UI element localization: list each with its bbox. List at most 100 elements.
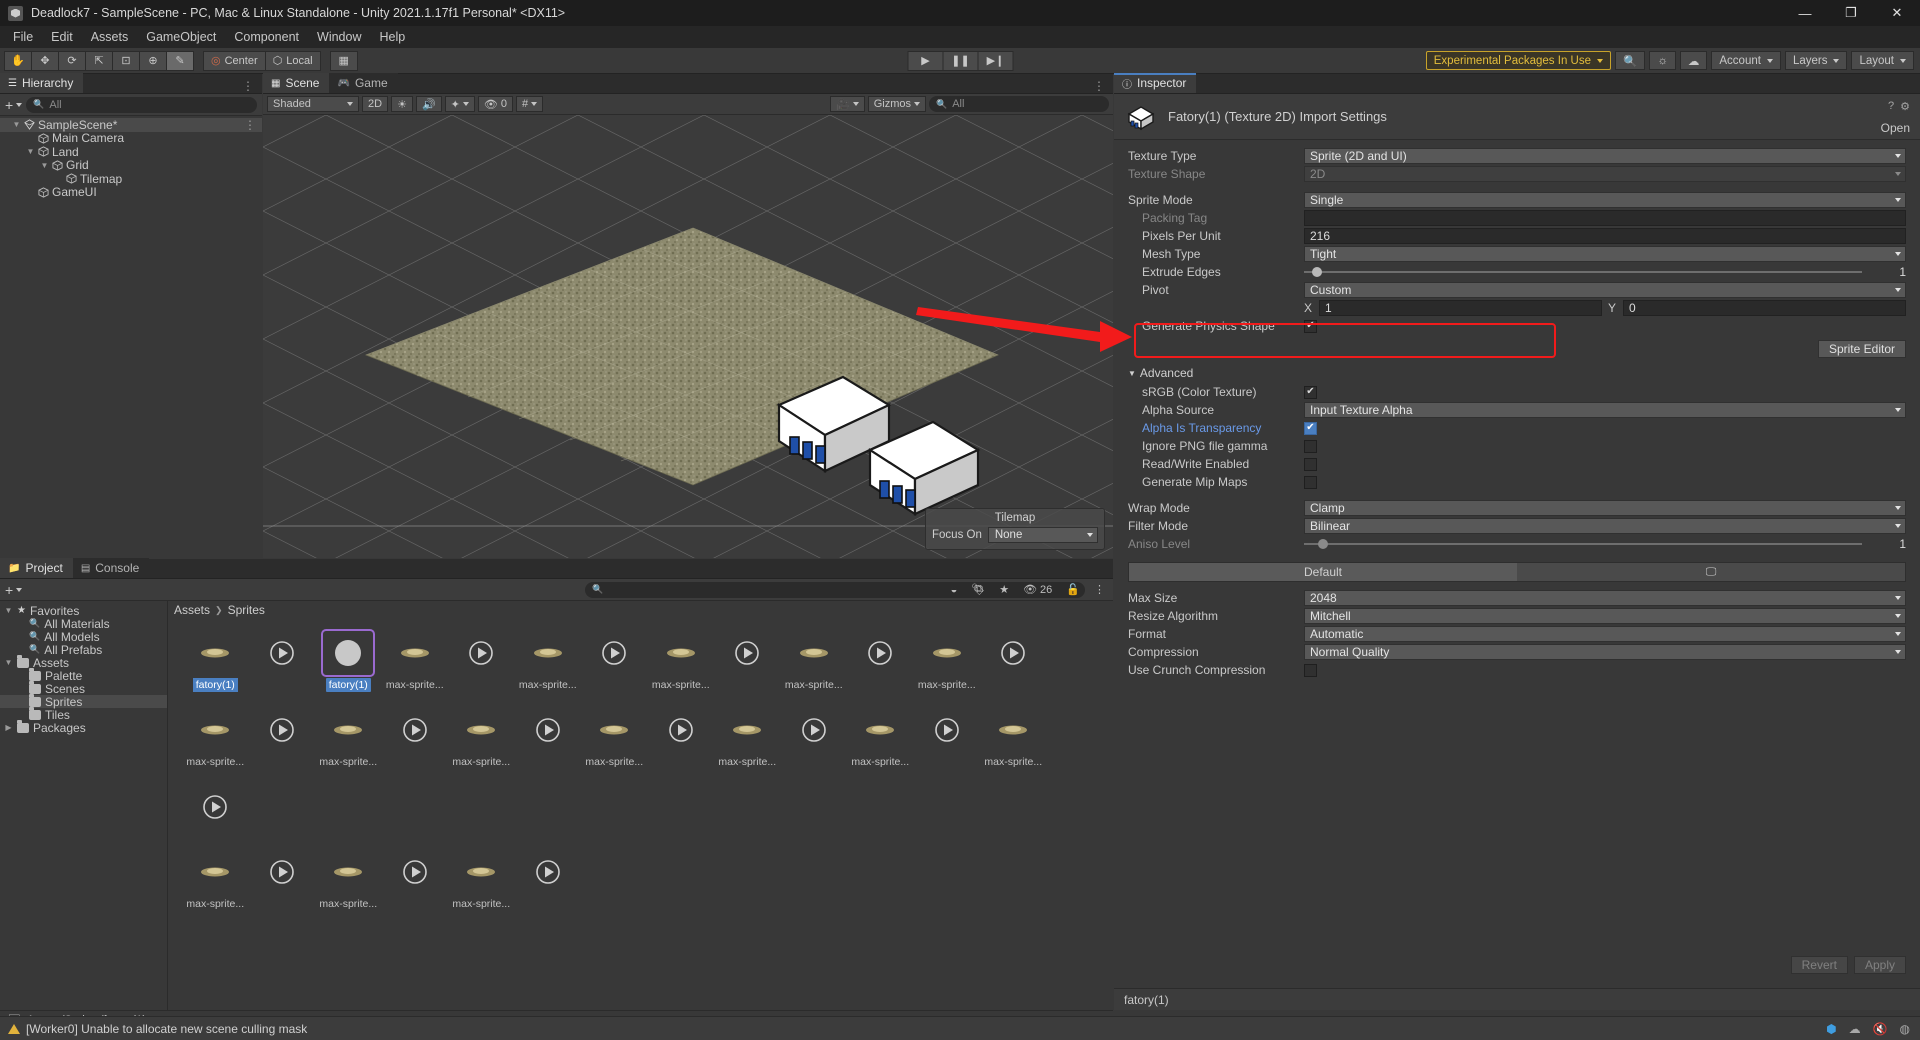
revert-button[interactable]: Revert [1790, 956, 1848, 974]
filter-type-icon[interactable]: ◒ [951, 584, 958, 596]
project-tree-item-favorites[interactable]: ▼ ★ Favorites [0, 604, 167, 618]
triangle-down-icon[interactable]: ▼ [4, 606, 13, 615]
scene-search-input[interactable]: 🔍 All [929, 96, 1109, 112]
transform-tool-icon[interactable]: ⊕ [139, 50, 167, 71]
favorite-star-icon[interactable]: ★ [999, 583, 1009, 596]
texture-type-dropdown[interactable]: Sprite (2D and UI) [1304, 148, 1906, 164]
asset-item[interactable] [914, 708, 981, 769]
asset-item[interactable] [515, 850, 582, 911]
asset-item[interactable]: max-sprite... [315, 708, 382, 769]
tab-project[interactable]: 📁 Project [0, 558, 73, 578]
menu-component[interactable]: Component [225, 28, 308, 46]
use-crunch-checkbox[interactable] [1304, 663, 1317, 677]
menu-help[interactable]: Help [370, 28, 414, 46]
mesh-type-dropdown[interactable]: Tight [1304, 246, 1906, 262]
hierarchy-add-button[interactable]: + [5, 97, 23, 113]
triangle-down-icon[interactable]: ▼ [40, 161, 49, 170]
asset-item[interactable] [182, 785, 249, 834]
project-tree-item-sprites[interactable]: Sprites [0, 694, 167, 709]
asset-item[interactable]: max-sprite... [847, 708, 914, 769]
asset-item[interactable] [382, 708, 449, 769]
account-dropdown[interactable]: Account [1711, 51, 1781, 70]
scene-viewport[interactable]: Tilemap Focus On None [263, 115, 1113, 558]
asset-item[interactable] [648, 708, 715, 769]
toggle-2d-button[interactable]: 2D [362, 96, 389, 112]
sprite-mode-dropdown[interactable]: Single [1304, 192, 1906, 208]
asset-item[interactable]: max-sprite... [315, 850, 382, 911]
pixels-per-unit-input[interactable]: 216 [1304, 228, 1906, 244]
scene-grid-dropdown[interactable]: # [515, 96, 544, 112]
project-tree-item-palette[interactable]: Palette [0, 668, 167, 683]
asset-item[interactable]: max-sprite... [515, 631, 582, 692]
account-icon[interactable]: ◍ [1900, 1022, 1910, 1036]
tab-scene[interactable]: ▦ Scene [263, 73, 330, 93]
asset-item[interactable]: max-sprite... [648, 631, 715, 692]
minimize-button[interactable]: — [1782, 0, 1828, 26]
asset-item[interactable] [714, 631, 781, 692]
slider-knob[interactable] [1312, 267, 1322, 277]
hierarchy-item-grid[interactable]: ▼ Grid [0, 158, 262, 172]
scene-camera-icon[interactable]: 🎥 [830, 96, 865, 112]
asset-item[interactable]: max-sprite... [182, 850, 249, 911]
asset-item[interactable]: max-sprite... [182, 708, 249, 769]
collab-icon[interactable]: ⬢ [1826, 1022, 1836, 1036]
pivot-y-input[interactable]: 0 [1623, 300, 1906, 316]
asset-item[interactable] [781, 708, 848, 769]
help-icon[interactable]: ? [1888, 100, 1894, 113]
asset-item[interactable]: max-sprite... [980, 708, 1047, 769]
scene-fx-dropdown[interactable]: ✦ [444, 96, 475, 112]
asset-item[interactable] [249, 850, 316, 911]
hierarchy-item-menu-icon[interactable]: ⋮ [244, 118, 256, 132]
hand-tool-icon[interactable]: ✋ [4, 50, 32, 71]
cloud-icon[interactable]: ☁ [1849, 1022, 1861, 1036]
hierarchy-item-samplescene[interactable]: ▼ SampleScene* ⋮ [0, 118, 262, 132]
pivot-center-button[interactable]: ◎ Center [203, 50, 266, 71]
gizmos-dropdown[interactable]: Gizmos [867, 96, 926, 112]
menu-file[interactable]: File [4, 28, 42, 46]
generate-mip-maps-checkbox[interactable] [1304, 475, 1317, 489]
mute-icon[interactable]: 🔇 [1873, 1022, 1888, 1036]
asset-item[interactable]: max-sprite... [382, 631, 449, 692]
menu-edit[interactable]: Edit [42, 28, 82, 46]
close-button[interactable]: ✕ [1874, 0, 1920, 26]
search-icon[interactable]: 🔍 [1615, 51, 1646, 70]
experimental-packages-badge[interactable]: Experimental Packages In Use [1425, 51, 1611, 70]
scene-menu-icon[interactable]: ⋮ [1085, 79, 1113, 93]
asset-item[interactable]: max-sprite... [714, 708, 781, 769]
services-icon[interactable]: ☼ [1649, 51, 1676, 70]
play-button[interactable]: ▶ [907, 50, 944, 71]
hierarchy-item-land[interactable]: ▼ Land [0, 145, 262, 159]
project-tree-item-allprefabs[interactable]: 🔍 All Prefabs [0, 643, 167, 657]
asset-item[interactable]: max-sprite... [581, 708, 648, 769]
layout-dropdown[interactable]: Layout [1851, 51, 1914, 70]
srgb-checkbox[interactable] [1304, 385, 1317, 399]
focus-on-dropdown[interactable]: None [987, 527, 1098, 543]
menu-window[interactable]: Window [308, 28, 370, 46]
asset-item[interactable] [515, 708, 582, 769]
triangle-down-icon[interactable]: ▼ [26, 147, 35, 156]
settings-icon[interactable]: ⚙ [1900, 100, 1910, 113]
project-tree-item-assets[interactable]: ▼ Assets [0, 655, 167, 670]
project-add-button[interactable]: + [5, 582, 23, 598]
pivot-x-input[interactable]: 1 [1319, 300, 1602, 316]
breadcrumb-assets[interactable]: Assets [174, 603, 210, 617]
asset-item[interactable]: max-sprite... [914, 631, 981, 692]
max-size-dropdown[interactable]: 2048 [1304, 590, 1906, 606]
draw-mode-dropdown[interactable]: Shaded [267, 96, 359, 112]
read-write-checkbox[interactable] [1304, 457, 1317, 471]
breadcrumb-sprites[interactable]: Sprites [228, 603, 265, 617]
scale-tool-icon[interactable]: ⇱ [85, 50, 113, 71]
hierarchy-menu-icon[interactable]: ⋮ [234, 79, 262, 93]
move-tool-icon[interactable]: ✥ [31, 50, 59, 71]
asset-item[interactable]: max-sprite... [448, 850, 515, 911]
cloud-icon[interactable]: ☁ [1679, 51, 1708, 70]
open-button[interactable]: Open [1881, 121, 1910, 135]
pivot-dropdown[interactable]: Custom [1304, 282, 1906, 298]
hierarchy-item-gameui[interactable]: GameUI [0, 185, 262, 199]
asset-item[interactable] [249, 708, 316, 769]
tab-platform-default[interactable]: Default [1129, 563, 1517, 581]
project-tree-item-allmaterials[interactable]: 🔍 All Materials [0, 617, 167, 631]
hierarchy-item-tilemap[interactable]: Tilemap [0, 172, 262, 186]
scene-hidden-objects[interactable]: 👁 0 [477, 96, 513, 112]
asset-item[interactable] [847, 631, 914, 692]
